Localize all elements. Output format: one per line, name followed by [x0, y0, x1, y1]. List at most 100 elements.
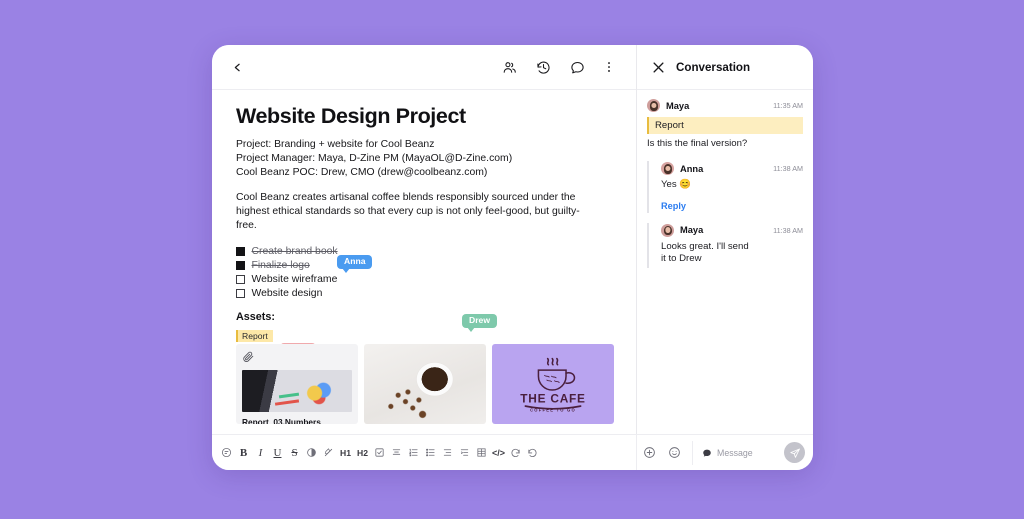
align-center-button[interactable] [388, 435, 405, 470]
assets-list: Report_03.Numbers THE CAFE COFFEE TO GO [236, 343, 616, 424]
paperclip-icon [242, 350, 352, 368]
bottom-bar: B I U S H1 H2 </> Message [212, 434, 813, 470]
checklist-button[interactable] [371, 435, 388, 470]
message-input-field[interactable]: Message [701, 443, 779, 463]
collaborator-cursor-anna: Anna [337, 254, 373, 273]
divider [692, 440, 693, 465]
format-toolbar: B I U S H1 H2 </> [212, 435, 637, 470]
heading-1-button[interactable]: H1 [337, 435, 354, 470]
checklist-item-label: Finalize logo [251, 260, 310, 272]
bulleted-list-button[interactable] [422, 435, 439, 470]
table-button[interactable] [473, 435, 490, 470]
message-quote[interactable]: Report [647, 117, 803, 134]
message-timestamp: 11:38 AM [773, 164, 803, 173]
more-vertical-icon[interactable] [596, 54, 622, 80]
panes: Website Design Project Project: Branding… [212, 45, 813, 434]
report-highlight-chip[interactable]: Report [236, 330, 273, 342]
document-body: Website Design Project Project: Branding… [212, 90, 636, 434]
send-button[interactable] [784, 442, 805, 463]
strikethrough-button[interactable]: S [286, 435, 303, 470]
asset-card-coffee-photo[interactable] [364, 343, 486, 424]
plus-circle-icon[interactable] [639, 443, 659, 463]
document-pane: Website Design Project Project: Branding… [212, 45, 637, 434]
document-toolbar [212, 45, 636, 90]
message-author: Maya [680, 225, 704, 235]
message-thread: Anna 11:38 AM Yes 😊 Reply [647, 161, 803, 213]
checkbox-checked-icon[interactable] [236, 261, 245, 270]
avatar [661, 162, 674, 175]
comment-icon[interactable] [218, 435, 235, 470]
message-timestamp: 11:35 AM [773, 101, 803, 110]
avatar [647, 99, 660, 112]
reply-button[interactable]: Reply [661, 201, 803, 211]
page-title: Website Design Project [236, 104, 466, 128]
conversation-messages: Maya 11:35 AM Report Is this the final v… [637, 90, 813, 434]
collaborator-cursor-label: Drew [469, 315, 491, 326]
assets-heading: Assets: [236, 310, 276, 323]
asset-thumbnail-report [242, 369, 352, 412]
meta-line-1: Project: Branding + website for Cool Bea… [236, 139, 435, 150]
checkbox-unchecked-icon[interactable] [236, 289, 245, 298]
message-bar: Message [637, 435, 813, 470]
message-placeholder: Message [717, 447, 753, 458]
checklist-item-label: Create brand book [251, 246, 338, 258]
chat-bubble-icon [701, 443, 712, 463]
underline-button[interactable]: U [269, 435, 286, 470]
conversation-header: Conversation [637, 45, 813, 90]
code-button[interactable]: </> [490, 435, 507, 470]
numbered-list-button[interactable] [405, 435, 422, 470]
message-header: Maya 11:35 AM [647, 99, 803, 112]
checklist: Create brand book Finalize logo Website … [236, 245, 616, 301]
checkbox-checked-icon[interactable] [236, 247, 245, 256]
undo-button[interactable] [507, 435, 524, 470]
collaborator-cursor-label: Anna [344, 256, 366, 267]
eraser-button[interactable] [320, 435, 337, 470]
bold-button[interactable]: B [235, 435, 252, 470]
message-text: Is this the final version? [647, 137, 748, 149]
meta-line-3: Cool Beanz POC: Drew, CMO (drew@coolbean… [236, 167, 488, 179]
message-text: Yes 😊 [661, 179, 692, 190]
back-button[interactable] [224, 54, 250, 80]
checklist-item-label: Website wireframe [251, 274, 338, 286]
checklist-item[interactable]: Website wireframe [236, 273, 616, 287]
message-author: Maya [666, 100, 690, 111]
asset-card-report[interactable]: Report_03.Numbers [236, 343, 358, 424]
message-root: Maya 11:35 AM Report Is this the final v… [647, 99, 803, 213]
message-timestamp: 11:38 AM [773, 225, 803, 235]
conversation-title: Conversation [676, 60, 751, 74]
italic-button[interactable]: I [252, 435, 269, 470]
message-header: Anna 11:38 AM [661, 162, 803, 175]
heading-2-button[interactable]: H2 [354, 435, 371, 470]
document-paragraph: Cool Beanz creates artisanal coffee blen… [236, 192, 580, 232]
checklist-item[interactable]: Create brand book [236, 245, 616, 259]
assets-section: Assets: Report Maya Drew [236, 311, 616, 424]
redo-button[interactable] [524, 435, 541, 470]
cafe-logo-title: THE CAFE [520, 392, 586, 406]
app-window: Website Design Project Project: Branding… [212, 45, 813, 470]
checklist-item[interactable]: Website design [236, 287, 616, 301]
asset-filename: Report_03.Numbers [242, 416, 321, 424]
message-text: Looks great. I'll send it to Drew [661, 240, 749, 265]
asset-card-cafe-logo[interactable]: THE CAFE COFFEE TO GO [492, 343, 614, 424]
message-author: Anna [680, 163, 704, 174]
checklist-item-label: Website design [251, 288, 323, 300]
meta-line-2: Project Manager: Maya, D-Zine PM (MayaOL… [236, 153, 513, 165]
message-thread: Maya 11:38 AM Looks great. I'll send it … [647, 222, 803, 268]
indent-button[interactable] [456, 435, 473, 470]
avatar [661, 223, 674, 237]
emoji-icon[interactable] [664, 443, 684, 463]
message-header: Maya 11:38 AM [661, 223, 803, 237]
outdent-button[interactable] [439, 435, 456, 470]
highlight-contrast-button[interactable] [303, 435, 320, 470]
report-chip-row: Report Maya [236, 326, 616, 361]
close-icon[interactable] [650, 59, 666, 75]
checklist-item[interactable]: Finalize logo [236, 259, 616, 273]
cafe-logo-graphic: THE CAFE COFFEE TO GO [520, 358, 586, 413]
history-icon[interactable] [530, 54, 556, 80]
cafe-logo-subtitle: COFFEE TO GO [530, 408, 576, 413]
checkbox-unchecked-icon[interactable] [236, 275, 245, 284]
people-icon[interactable] [496, 54, 522, 80]
conversation-pane: Conversation Maya 11:35 AM Report Is thi… [637, 45, 813, 434]
comment-icon[interactable] [564, 54, 590, 80]
